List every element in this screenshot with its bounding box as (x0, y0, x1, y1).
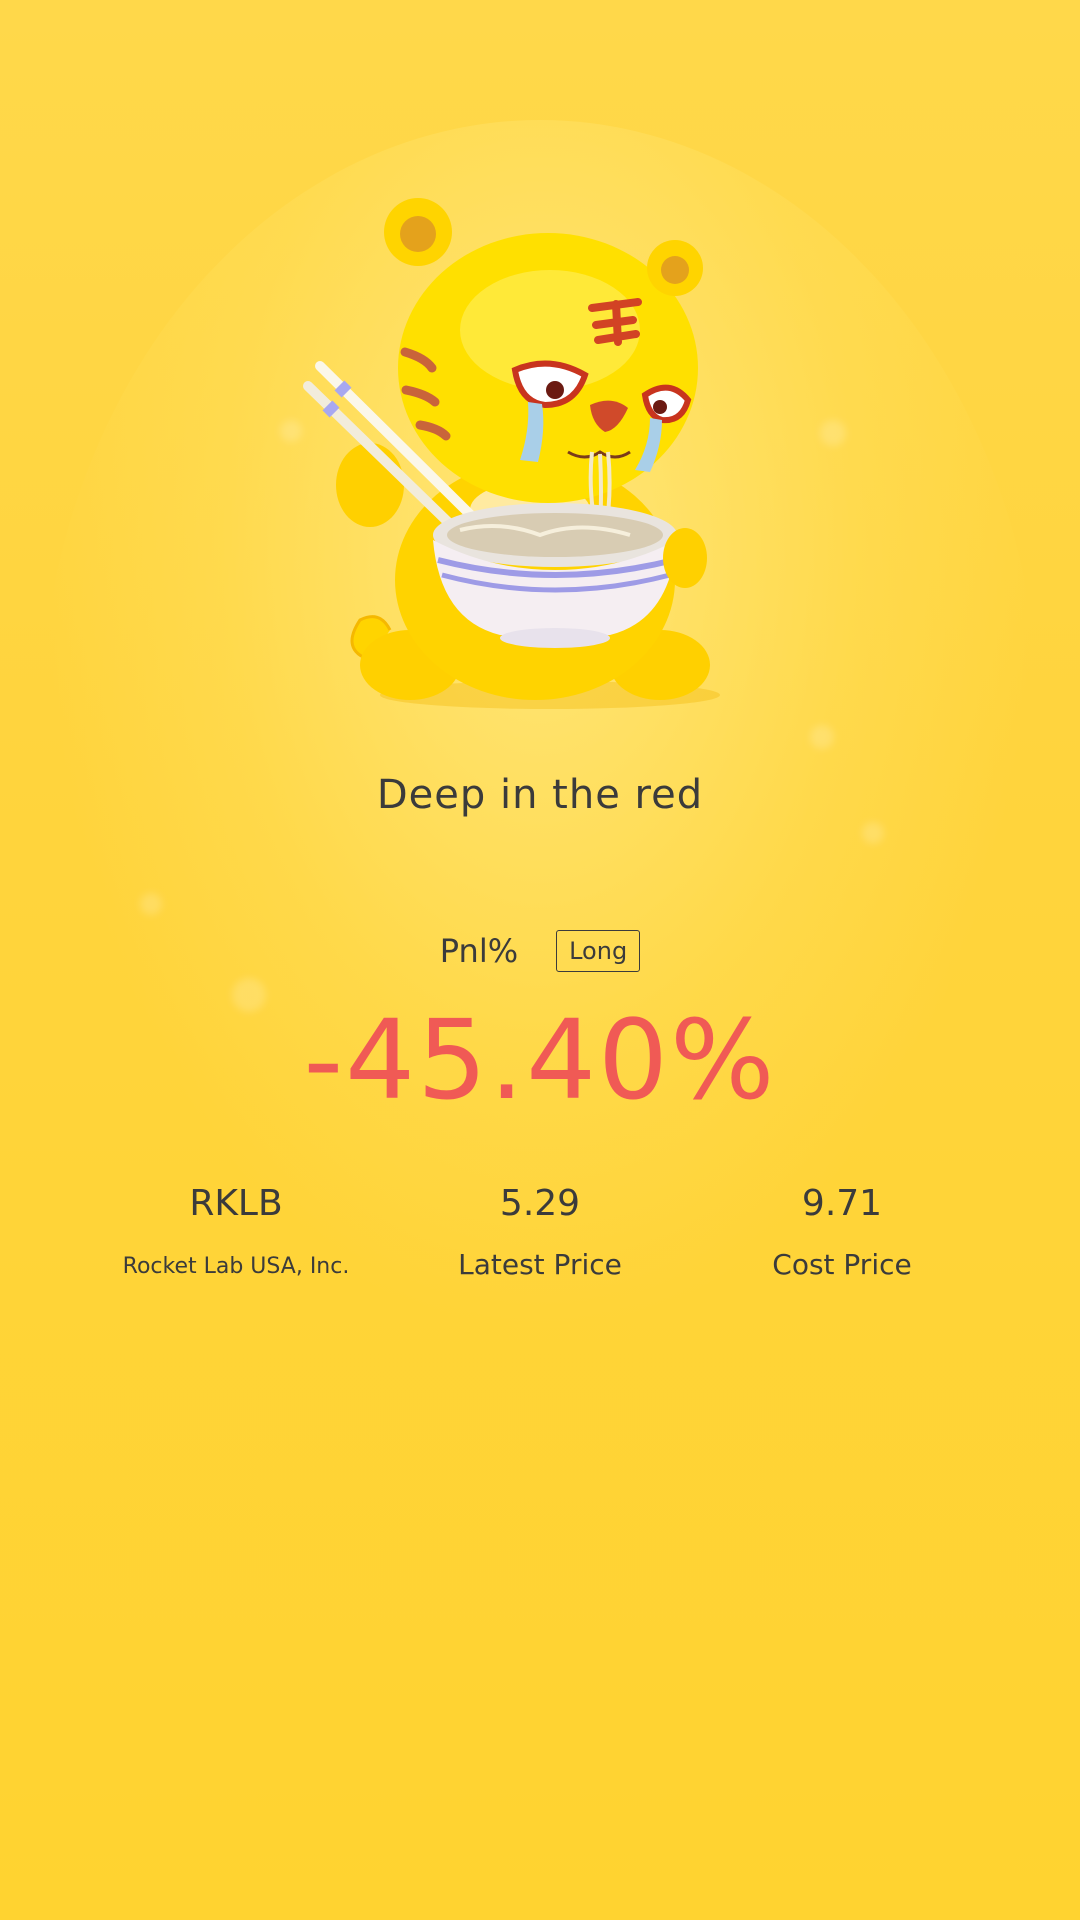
bokeh-dot (862, 822, 884, 844)
bokeh-dot (280, 420, 302, 442)
cost-price-label: Cost Price (772, 1248, 912, 1281)
position-direction-badge: Long (556, 930, 641, 972)
headline: Deep in the red (376, 772, 704, 818)
bokeh-dot (820, 420, 846, 446)
pnl-percent-value: -45.40% (303, 996, 777, 1124)
bokeh-dot (140, 893, 162, 915)
pnl-header: Pnl% Long (0, 930, 1080, 972)
bokeh-dot (810, 725, 834, 749)
cost-price-info: 9.71 Cost Price (662, 1182, 1022, 1282)
cost-price-value: 9.71 (801, 1183, 883, 1224)
pnl-label: Pnl% (439, 932, 519, 970)
crying-tiger-eating-noodles-icon (300, 190, 780, 710)
